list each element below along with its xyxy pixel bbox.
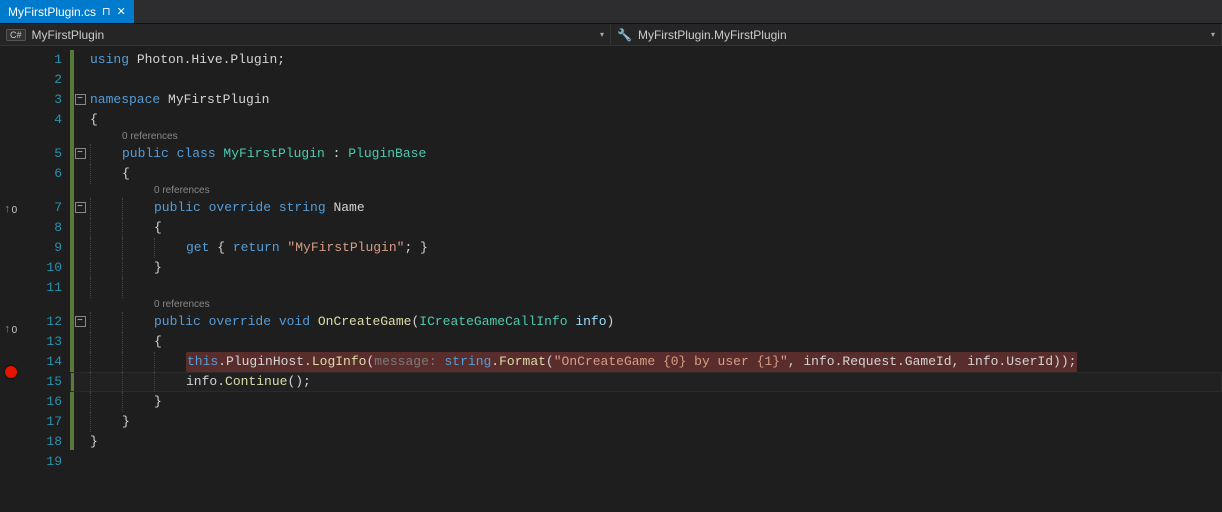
token-keyword: public override — [154, 312, 279, 332]
token-keyword: void — [279, 312, 310, 332]
code-editor[interactable]: ↑0 ↑0 1 2 3 4 5 6 7 8 9 10 11 12 13 14 1… — [0, 46, 1222, 512]
fold-toggle[interactable]: − — [75, 202, 86, 213]
close-icon[interactable]: ✕ — [117, 5, 126, 18]
line-number: 13 — [24, 332, 70, 352]
token-keyword: this — [187, 354, 218, 369]
breakpoint-icon[interactable] — [5, 366, 17, 378]
current-line: info.Continue(); — [70, 372, 1222, 392]
chevron-down-icon: ▾ — [600, 30, 604, 39]
codelens-references[interactable]: 0 references — [154, 299, 210, 310]
nav-project-label: MyFirstPlugin — [32, 28, 105, 42]
line-number: 5 — [24, 144, 70, 164]
token-keyword: public override — [154, 198, 279, 218]
token-brace: { — [122, 164, 130, 184]
nav-type-label: MyFirstPlugin.MyFirstPlugin — [638, 28, 787, 42]
line-number: 9 — [24, 238, 70, 258]
token-keyword: get — [186, 238, 209, 258]
inlay-hint: message: — [374, 354, 444, 369]
document-tabs: MyFirstPlugin.cs ⊓ ✕ — [0, 0, 1222, 24]
nav-project-dropdown[interactable]: C# MyFirstPlugin ▾ — [0, 24, 611, 45]
line-number: 1 — [24, 50, 70, 70]
line-number: 4 — [24, 110, 70, 130]
line-number: 7 — [24, 198, 70, 218]
line-number: 3 — [24, 90, 70, 110]
token-keyword: string — [279, 198, 326, 218]
overrides-glyph[interactable]: ↑0 — [4, 324, 17, 336]
line-number: 18 — [24, 432, 70, 452]
token-method: OnCreateGame — [310, 312, 411, 332]
token-brace: { — [154, 332, 162, 352]
token-keyword: public class — [122, 144, 223, 164]
token-method: Continue — [225, 372, 287, 392]
line-number: 17 — [24, 412, 70, 432]
line-number: 6 — [24, 164, 70, 184]
codelens-references[interactable]: 0 references — [122, 131, 178, 142]
token-string: "OnCreateGame {0} by user {1}" — [554, 354, 788, 369]
token-brace: } — [122, 412, 130, 432]
nav-type-dropdown[interactable]: 🔧 MyFirstPlugin.MyFirstPlugin ▾ — [611, 24, 1222, 45]
glyph-margin[interactable]: ↑0 ↑0 — [0, 46, 24, 512]
chevron-down-icon: ▾ — [1211, 30, 1215, 39]
csharp-badge-icon: C# — [6, 29, 26, 41]
token-keyword: string — [444, 354, 491, 369]
line-number: 14 — [24, 352, 70, 372]
pin-icon[interactable]: ⊓ — [102, 5, 111, 18]
fold-toggle[interactable]: − — [75, 94, 86, 105]
fold-toggle[interactable]: − — [75, 316, 86, 327]
breakpoint-line: this.PluginHost.LogInfo(message: string.… — [70, 352, 1222, 372]
token-keyword: namespace — [90, 90, 160, 110]
overrides-glyph[interactable]: ↑0 — [4, 204, 17, 216]
token-namespace: Photon.Hive.Plugin; — [129, 50, 285, 70]
token-method: Format — [499, 354, 546, 369]
code-text-area[interactable]: using Photon.Hive.Plugin; −namespace MyF… — [70, 46, 1222, 512]
token-class: PluginBase — [348, 144, 426, 164]
line-number-gutter: 1 2 3 4 5 6 7 8 9 10 11 12 13 14 15 16 1… — [24, 46, 70, 512]
token-method: LogInfo — [312, 354, 367, 369]
token-identifier: Name — [326, 198, 365, 218]
line-number: 10 — [24, 258, 70, 278]
token-identifier: MyFirstPlugin — [160, 90, 269, 110]
line-number: 8 — [24, 218, 70, 238]
line-number: 2 — [24, 70, 70, 90]
line-number: 15 — [24, 372, 70, 392]
line-number: 19 — [24, 452, 70, 472]
token-class: MyFirstPlugin — [223, 144, 324, 164]
token-parameter: info — [568, 312, 607, 332]
line-number: 11 — [24, 278, 70, 298]
navigation-bar: C# MyFirstPlugin ▾ 🔧 MyFirstPlugin.MyFir… — [0, 24, 1222, 46]
token-string: "MyFirstPlugin" — [280, 238, 405, 258]
token-keyword: using — [90, 50, 129, 70]
arrow-up-icon: ↑ — [4, 204, 11, 216]
fold-toggle[interactable]: − — [75, 148, 86, 159]
token-keyword: return — [233, 238, 280, 258]
file-tab-active[interactable]: MyFirstPlugin.cs ⊓ ✕ — [0, 0, 134, 23]
class-icon: 🔧 — [617, 28, 632, 42]
line-number: 16 — [24, 392, 70, 412]
arrow-up-icon: ↑ — [4, 324, 11, 336]
token-brace: { — [90, 110, 98, 130]
token-brace: } — [154, 392, 162, 412]
token-brace: } — [90, 432, 98, 452]
line-number: 12 — [24, 312, 70, 332]
token-brace: { — [154, 218, 162, 238]
codelens-references[interactable]: 0 references — [154, 185, 210, 196]
tab-filename: MyFirstPlugin.cs — [8, 5, 96, 19]
token-brace: } — [154, 258, 162, 278]
token-class: ICreateGameCallInfo — [419, 312, 567, 332]
